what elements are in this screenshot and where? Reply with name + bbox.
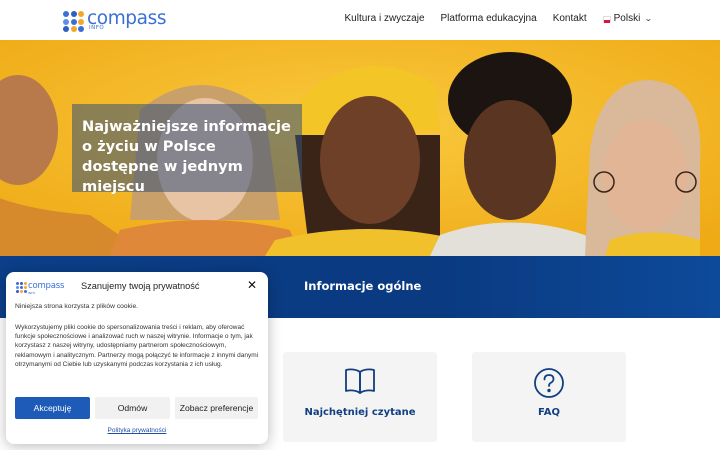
logo-text: compass INFO	[87, 9, 166, 32]
cookie-logo-word: compass	[28, 281, 65, 291]
question-circle-icon	[533, 367, 565, 403]
chevron-down-icon: ⌄	[644, 14, 654, 23]
card-faq[interactable]: FAQ	[472, 352, 626, 442]
hero-title: Najważniejsze informacje o życiu w Polsc…	[82, 118, 291, 195]
logo-dot	[63, 26, 69, 32]
language-label: Polski	[613, 13, 641, 24]
open-book-icon	[344, 367, 376, 399]
logo-dot	[16, 290, 19, 293]
page: compass INFO Kultura i zwyczaje Platform…	[0, 0, 720, 450]
card-most-read-label: Najchętniej czytane	[304, 407, 416, 418]
logo-dot	[20, 282, 23, 285]
logo-dot	[70, 18, 77, 25]
main-nav: Kultura i zwyczaje Platforma edukacyjna …	[328, 13, 654, 24]
compass-logo[interactable]: compass INFO	[63, 9, 166, 32]
cookie-logo: compass INFO	[16, 281, 65, 295]
close-icon[interactable]: ✕	[247, 279, 257, 291]
nav-item-kontakt[interactable]: Kontakt	[553, 13, 587, 24]
logo-dot	[20, 290, 23, 293]
logo-dot	[16, 282, 19, 285]
reject-button[interactable]: Odmów	[95, 397, 170, 419]
poland-flag-icon	[602, 15, 611, 23]
logo-dot	[16, 286, 19, 289]
nav-item-kultura[interactable]: Kultura i zwyczaje	[344, 13, 424, 24]
language-switcher[interactable]: Polski ⌄	[602, 13, 654, 24]
hero-title-box: Najważniejsze informacje o życiu w Polsc…	[72, 104, 302, 195]
cookie-intro: Niniejsza strona korzysta z plików cooki…	[15, 303, 139, 310]
cookie-body: Wykorzystujemy pliki cookie do spersonal…	[15, 324, 259, 368]
privacy-policy-link[interactable]: Polityka prywatności	[6, 427, 268, 434]
logo-sub: INFO	[89, 25, 105, 31]
accept-button[interactable]: Akceptuję	[15, 397, 90, 419]
cookie-logo-sub: INFO	[28, 291, 36, 295]
logo-dot	[24, 290, 27, 293]
logo-dot	[70, 11, 77, 17]
logo-dot	[24, 286, 27, 289]
logo-dot	[24, 282, 27, 285]
logo-dot	[78, 18, 84, 25]
logo-dot	[63, 11, 69, 17]
logo-dot	[63, 18, 69, 25]
site-header: compass INFO Kultura i zwyczaje Platform…	[0, 0, 720, 40]
logo-dots-icon	[63, 11, 84, 32]
card-most-read[interactable]: Najchętniej czytane	[283, 352, 437, 442]
logo-dot	[78, 11, 84, 17]
nav-item-platforma[interactable]: Platforma edukacyjna	[441, 13, 537, 24]
preferences-button[interactable]: Zobacz preferencje	[175, 397, 258, 419]
logo-dot	[70, 26, 77, 32]
logo-dots-icon	[16, 282, 27, 293]
cookie-consent-dialog: compass INFO Szanujemy twoją prywatność …	[6, 272, 268, 444]
cookie-title: Szanujemy twoją prywatność	[81, 281, 200, 291]
logo-dot	[20, 286, 23, 289]
card-faq-label: FAQ	[538, 407, 560, 418]
logo-dot	[78, 26, 84, 32]
section-title: Informacje ogólne	[304, 279, 422, 293]
hero-banner: Najważniejsze informacje o życiu w Polsc…	[0, 40, 720, 256]
